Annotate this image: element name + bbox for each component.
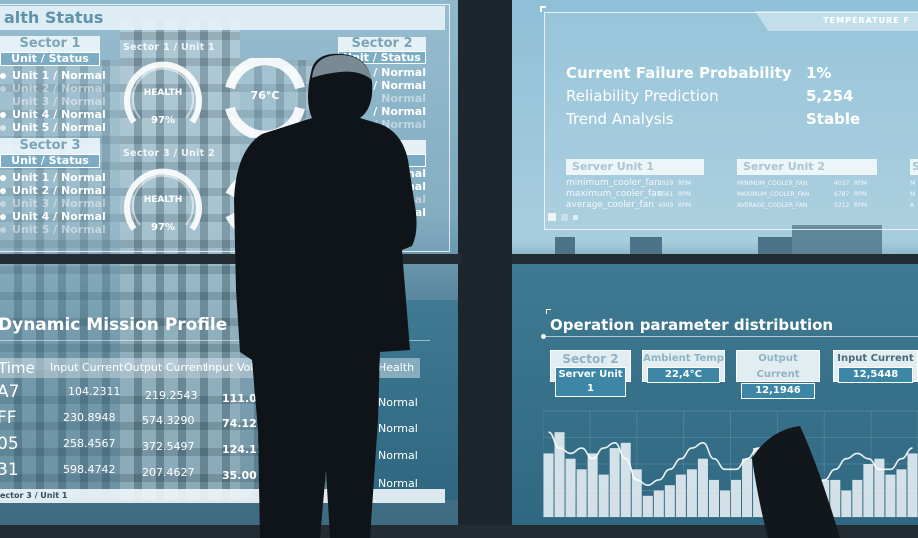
office-chair bbox=[752, 426, 840, 538]
person-silhouette bbox=[234, 53, 417, 538]
foreground bbox=[234, 53, 840, 538]
